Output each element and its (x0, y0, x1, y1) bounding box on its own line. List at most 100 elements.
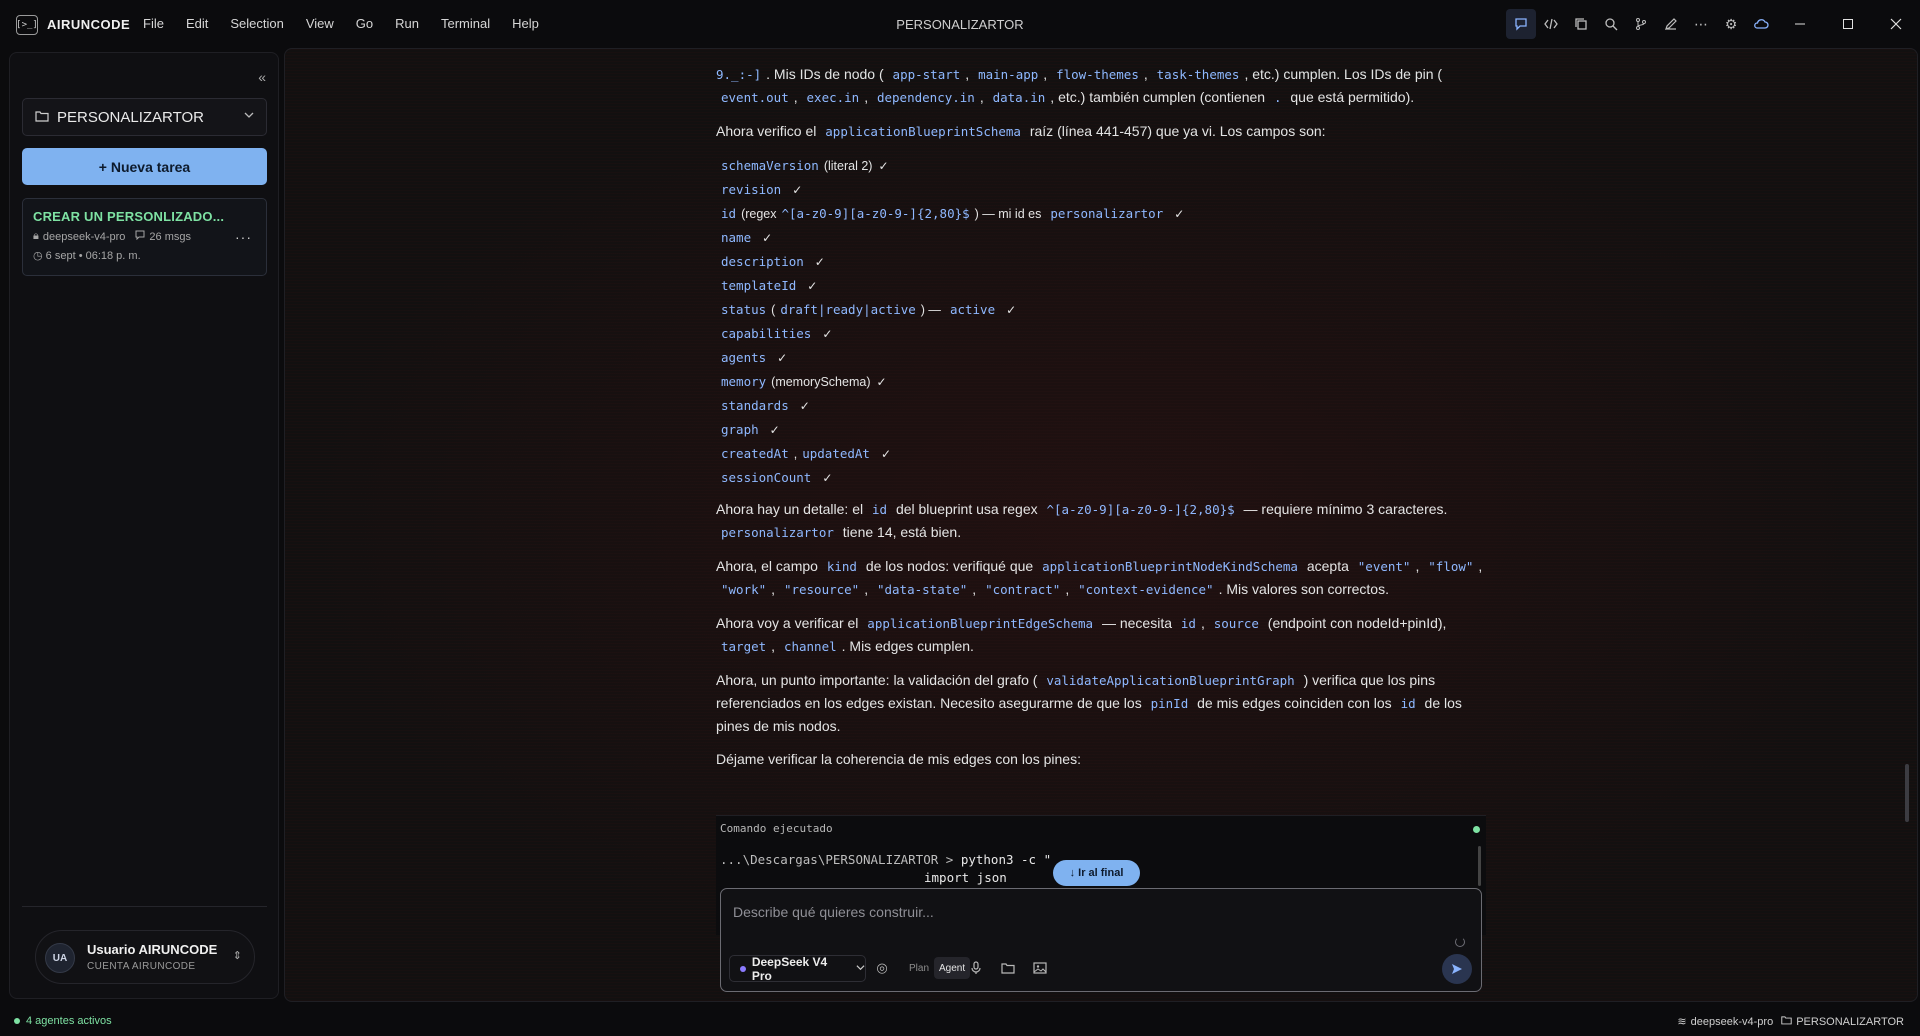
code-icon[interactable] (1536, 9, 1566, 39)
code-snippet: updatedAt (802, 446, 870, 461)
field-name: capabilities (721, 326, 812, 341)
code-snippet: flow-themes (1056, 67, 1139, 82)
list-item: name ✓ (716, 226, 1486, 250)
code-snippet: exec.in (806, 90, 860, 105)
text: , etc.) también cumplen (contienen (1050, 89, 1266, 105)
clock-icon: ◷ (33, 250, 43, 262)
paragraph-edge-schema: Ahora voy a verificar el applicationBlue… (716, 615, 1447, 654)
app-logo-icon: [>_] (16, 15, 38, 35)
field-note: (regex (741, 207, 777, 221)
field-name: id (721, 206, 737, 221)
text: Ahora verifico el (716, 123, 817, 139)
model-indicator-icon (740, 965, 746, 972)
check-icon: ✓ (1006, 303, 1017, 317)
field-note: ) — (920, 303, 941, 317)
menu-view[interactable]: View (306, 16, 334, 31)
folder-icon[interactable] (997, 957, 1019, 979)
menu-edit[interactable]: Edit (186, 16, 208, 31)
user-menu[interactable]: UA Usuario AIRUNCODE CUENTA AIRUNCODE ⇕ (35, 930, 255, 984)
scrollbar[interactable] (1905, 764, 1909, 822)
branch-icon[interactable] (1626, 9, 1656, 39)
menu-help[interactable]: Help (512, 16, 539, 31)
status-dot-icon (14, 1018, 20, 1024)
project-selector[interactable]: PERSONALIZARTOR (22, 98, 267, 136)
code-snippet: target (721, 639, 767, 654)
code-snippet: channel (783, 639, 837, 654)
task-more-icon[interactable]: ··· (235, 229, 252, 245)
image-icon[interactable] (1029, 957, 1051, 979)
chat-icon[interactable] (1506, 9, 1536, 39)
paragraph-verify: Déjame verificar la coherencia de mis ed… (716, 751, 1081, 767)
paragraph-regex: Ahora hay un detalle: el id del blueprin… (716, 498, 1486, 544)
message-content: 9._:-]. Mis IDs de nodo ( app-start, mai… (716, 63, 1486, 781)
chat-panel: 9._:-]. Mis IDs de nodo ( app-start, mai… (284, 48, 1918, 1002)
text: de mis edges coinciden con los (1197, 695, 1392, 711)
field-name: name (721, 230, 752, 245)
maximize-button[interactable] (1824, 0, 1872, 48)
text: . Mis IDs de nodo ( (766, 66, 884, 82)
check-icon: ✓ (876, 375, 887, 389)
prompt-input[interactable] (733, 901, 1433, 923)
status-indicator (1473, 826, 1480, 833)
close-button[interactable] (1872, 0, 1920, 48)
code-snippet: "context-evidence" (1078, 582, 1214, 597)
menu-terminal[interactable]: Terminal (441, 16, 490, 31)
code-snippet: validateApplicationBlueprintGraph (1046, 673, 1295, 688)
code-snippet: . (1273, 90, 1282, 105)
text: Ahora voy a verificar el (716, 615, 859, 631)
more-icon[interactable]: ⋯ (1686, 9, 1716, 39)
command-line: ...\Descargas\PERSONALIZARTOR > python3 … (720, 852, 1051, 867)
code-snippet: applicationBlueprintNodeKindSchema (1042, 559, 1298, 574)
sidebar: « PERSONALIZARTOR + Nueva tarea CREAR UN… (9, 52, 279, 999)
user-account: CUENTA AIRUNCODE (87, 961, 196, 972)
collapse-sidebar-icon[interactable]: « (258, 69, 266, 85)
menu-run[interactable]: Run (395, 16, 419, 31)
check-icon: ✓ (822, 471, 833, 485)
menu-go[interactable]: Go (356, 16, 373, 31)
project-name: PERSONALIZARTOR (57, 108, 204, 126)
new-task-button[interactable]: + Nueva tarea (22, 148, 267, 185)
field-name: sessionCount (721, 470, 812, 485)
cloud-icon[interactable] (1746, 9, 1776, 39)
code-snippet: id (1180, 616, 1196, 631)
copy-icon[interactable] (1566, 9, 1596, 39)
edit-icon[interactable] (1656, 9, 1686, 39)
microphone-icon[interactable] (965, 957, 987, 979)
check-icon: ✓ (769, 423, 780, 437)
target-icon[interactable]: ◎ (871, 957, 893, 979)
code-snippet: personalizartor (1050, 206, 1164, 221)
active-agents[interactable]: 4 agentes activos (14, 1015, 112, 1027)
code-snippet: ^[a-z0-9][a-z0-9-]{2,80}$ (781, 206, 970, 221)
text: (endpoint con nodeId+pinId), (1267, 615, 1447, 631)
task-card[interactable]: CREAR UN PERSONLIZADO... 🔒︎ deepseek-v4-… (22, 198, 267, 276)
code-snippet: event.out (721, 90, 789, 105)
field-name: memory (721, 374, 767, 389)
code-snippet: source (1213, 616, 1259, 631)
menu-selection[interactable]: Selection (230, 16, 283, 31)
paragraph-kind: Ahora, el campo kind de los nodos: verif… (716, 558, 1483, 597)
search-icon[interactable] (1596, 9, 1626, 39)
code-snippet: draft|ready|active (780, 302, 916, 317)
code-snippet: "contract" (985, 582, 1061, 597)
minimize-button[interactable] (1776, 0, 1824, 48)
command-line-2: import json (924, 870, 1007, 885)
menu-file[interactable]: File (143, 16, 164, 31)
code-snippet: "flow" (1428, 559, 1474, 574)
lock-icon: 🔒︎ (33, 230, 39, 242)
active-agents-label: 4 agentes activos (26, 1015, 112, 1027)
sidebar-divider (22, 906, 267, 907)
code-snippet: personalizartor (721, 525, 834, 540)
code-snippet: applicationBlueprintEdgeSchema (867, 616, 1094, 631)
settings-icon[interactable]: ⚙ (1716, 9, 1746, 39)
go-to-end-button[interactable]: ↓ Ir al final (1053, 860, 1140, 886)
task-model: deepseek-v4-pro (42, 230, 126, 243)
folder-icon (1781, 1015, 1792, 1028)
text: acepta (1306, 558, 1349, 574)
check-icon: ✓ (777, 351, 788, 365)
mode-plan-button[interactable]: Plan (904, 957, 934, 979)
field-name: status (721, 302, 767, 317)
command-scrollbar[interactable] (1478, 846, 1481, 886)
send-button[interactable] (1442, 954, 1472, 984)
field-check-list: schemaVersion (literal 2) ✓ revision ✓ id (r… (716, 154, 1486, 490)
model-selector[interactable]: DeepSeek V4 Pro (729, 955, 866, 983)
